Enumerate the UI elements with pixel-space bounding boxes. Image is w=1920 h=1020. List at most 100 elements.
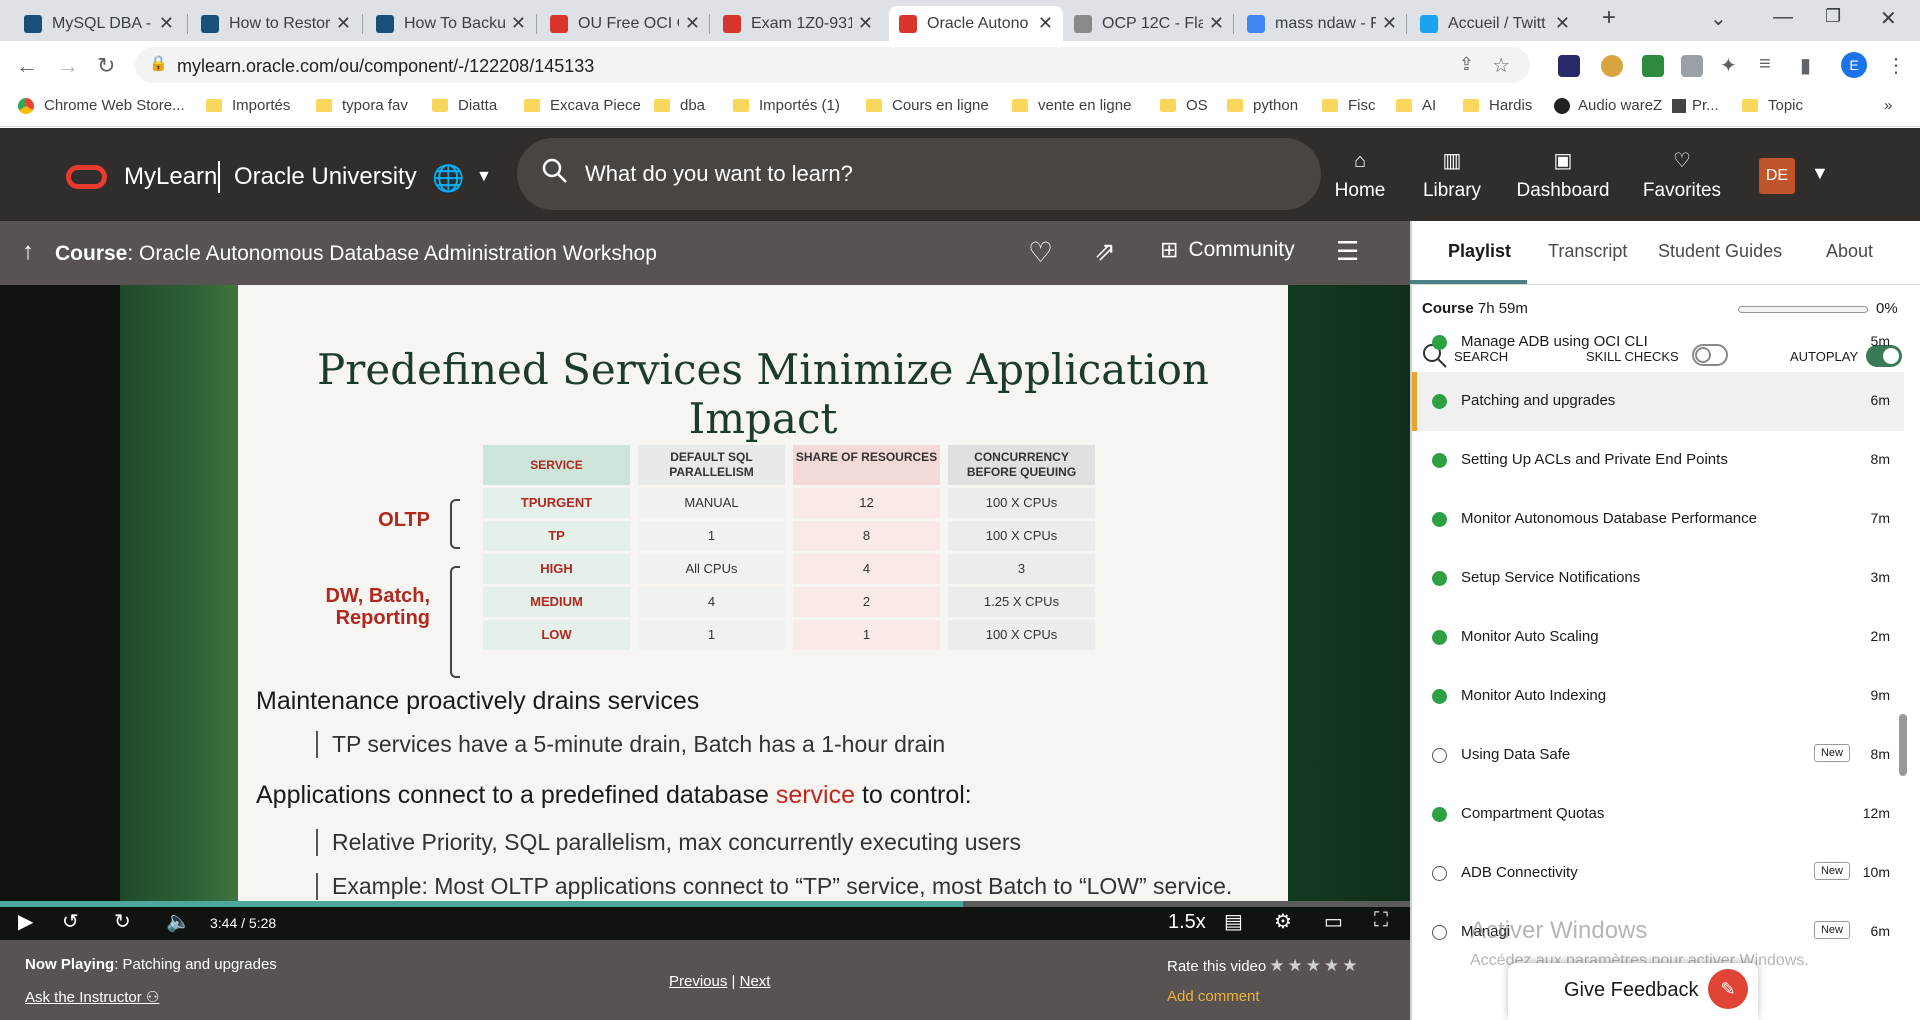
url-bar[interactable]: 🔒 mylearn.oracle.com/ou/component/-/1222… — [135, 47, 1530, 83]
more-bookmarks-icon[interactable]: » — [1884, 97, 1892, 114]
playlist-menu-icon[interactable]: ☰ — [1336, 236, 1359, 267]
bookmark-item[interactable]: Fisc — [1322, 97, 1376, 114]
side-panel-icon[interactable]: ▮ — [1800, 53, 1811, 78]
site-search[interactable]: What do you want to learn? — [517, 138, 1321, 210]
browser-tab[interactable]: OU Free OCI C ✕ — [540, 6, 710, 41]
bookmark-item[interactable]: python — [1227, 97, 1298, 114]
browser-tab[interactable]: Oracle Autono ✕ — [889, 6, 1063, 41]
cookie-extension-icon[interactable] — [1601, 55, 1623, 77]
bookmark-item[interactable]: Importés (1) — [733, 97, 840, 114]
browser-tab[interactable]: How To Backu ✕ — [366, 6, 536, 41]
window-close-icon[interactable]: ✕ — [1880, 6, 1897, 31]
bookmark-item[interactable]: OS — [1160, 97, 1208, 114]
playlist-item[interactable]: Compartment Quotas 12m — [1412, 785, 1904, 844]
back-icon[interactable]: ← — [16, 53, 38, 79]
tab-student-guides[interactable]: Student Guides — [1658, 241, 1782, 262]
give-feedback-button[interactable]: Give Feedback ✎ — [1508, 963, 1758, 1020]
extension-icon[interactable] — [1558, 55, 1580, 77]
menu-kebab-icon[interactable]: ⋮ — [1886, 53, 1906, 78]
favorite-heart-icon[interactable]: ♡ — [1028, 236, 1053, 269]
tab-close-icon[interactable]: ✕ — [1038, 13, 1053, 34]
tab-close-icon[interactable]: ✕ — [858, 13, 873, 34]
url-text[interactable]: mylearn.oracle.com/ou/component/-/122208… — [177, 56, 594, 77]
playlist-item[interactable]: ADB Connectivity 10m New — [1412, 844, 1904, 903]
brand-oracle-university[interactable]: Oracle University — [234, 163, 417, 191]
bookmark-star-icon[interactable]: ☆ — [1492, 53, 1510, 78]
star-icon[interactable]: ★ — [1287, 956, 1302, 975]
bookmark-item[interactable]: Audio wareZ — [1554, 97, 1662, 114]
bookmark-item[interactable]: Topic — [1742, 97, 1803, 114]
playlist-item[interactable]: Manage ADB using OCI CLI 5m — [1412, 313, 1904, 372]
settings-gear-icon[interactable]: ⚙ — [1274, 909, 1292, 934]
tab-close-icon[interactable]: ✕ — [685, 13, 700, 34]
community-button[interactable]: ⊞ Community — [1160, 237, 1295, 263]
star-icon[interactable]: ★ — [1269, 956, 1284, 975]
add-comment-link[interactable]: Add comment — [1167, 988, 1260, 1005]
tab-transcript[interactable]: Transcript — [1548, 241, 1627, 262]
browser-tab[interactable]: Accueil / Twitt ✕ — [1410, 6, 1580, 41]
picture-in-picture-icon[interactable]: ▭ — [1324, 909, 1343, 934]
back-to-course-icon[interactable]: ↑ — [22, 238, 34, 266]
reading-list-icon[interactable]: ≡ — [1759, 53, 1771, 76]
star-icon[interactable]: ★ — [1324, 956, 1339, 975]
browser-tab[interactable]: MySQL DBA - ✕ — [14, 6, 184, 41]
tab-playlist[interactable]: Playlist — [1448, 241, 1511, 262]
playlist-item[interactable]: Setup Service Notifications 3m — [1412, 549, 1904, 608]
bookmark-item[interactable]: vente en ligne — [1012, 97, 1131, 114]
oracle-logo[interactable] — [66, 165, 107, 189]
previous-link[interactable]: Previous — [669, 973, 727, 990]
bookmark-item[interactable]: Hardis — [1463, 97, 1532, 114]
forward-icon[interactable]: → — [57, 53, 79, 79]
skip-forward-icon[interactable]: ↻ — [114, 909, 131, 934]
bookmark-item[interactable]: Importés — [206, 97, 290, 114]
tab-close-icon[interactable]: ✕ — [1382, 13, 1397, 34]
nav-dashboard[interactable]: ▣ Dashboard — [1508, 150, 1618, 202]
bookmark-item[interactable]: AI — [1396, 97, 1436, 114]
next-link[interactable]: Next — [740, 973, 771, 990]
tab-close-icon[interactable]: ✕ — [336, 13, 351, 34]
playlist-item[interactable]: Using Data Safe 8m New — [1412, 726, 1904, 785]
chevron-down-icon[interactable]: ▼ — [476, 168, 492, 186]
bookmark-item[interactable]: dba — [654, 97, 705, 114]
bookmark-item[interactable]: typora fav — [316, 97, 408, 114]
download-extension-icon[interactable] — [1642, 55, 1664, 77]
share-icon[interactable]: ⇗ — [1094, 236, 1116, 267]
fullscreen-icon[interactable]: ⛶ — [1374, 909, 1388, 932]
browser-tab[interactable]: Exam 1Z0-931 ✕ — [713, 6, 883, 41]
tab-about[interactable]: About — [1826, 241, 1873, 262]
course-title[interactable]: Course: Oracle Autonomous Database Admin… — [55, 242, 657, 266]
share-icon[interactable]: ⇪ — [1459, 54, 1474, 75]
reload-icon[interactable]: ↻ — [97, 53, 115, 79]
bookmark-item[interactable]: Cours en ligne — [866, 97, 989, 114]
play-icon[interactable]: ▶ — [18, 909, 33, 934]
user-menu-chevron-icon[interactable]: ▼ — [1811, 163, 1829, 184]
extensions-puzzle-icon[interactable]: ✦ — [1720, 53, 1737, 78]
nav-favorites[interactable]: ♡ Favorites — [1627, 150, 1737, 202]
panel-scrollbar[interactable] — [1899, 714, 1907, 776]
restore-icon[interactable]: ❐ — [1825, 6, 1841, 27]
nav-library[interactable]: ▥ Library — [1397, 150, 1507, 202]
star-icon[interactable]: ★ — [1342, 956, 1357, 975]
bookmark-item[interactable]: Diatta — [432, 97, 497, 114]
search-placeholder[interactable]: What do you want to learn? — [585, 161, 853, 187]
browser-tab[interactable]: How to Restor ✕ — [191, 6, 361, 41]
bookmark-item[interactable]: Pr... — [1672, 97, 1719, 114]
tb-extension-icon[interactable] — [1681, 55, 1703, 77]
skip-back-icon[interactable]: ↺ — [62, 909, 79, 934]
minimize-icon[interactable]: — — [1773, 6, 1793, 29]
browser-tab[interactable]: mass ndaw - F ✕ — [1237, 6, 1407, 41]
browser-tab[interactable]: OCP 12C - Fla ✕ — [1064, 6, 1234, 41]
playlist-item[interactable]: Monitor Auto Indexing 9m — [1412, 667, 1904, 726]
tab-close-icon[interactable]: ✕ — [159, 13, 174, 34]
ask-instructor-link[interactable]: Ask the Instructor ⚇ — [25, 988, 159, 1006]
tab-search-icon[interactable]: ⌄ — [1710, 6, 1727, 31]
profile-avatar[interactable]: E — [1841, 52, 1867, 78]
playlist-item[interactable]: Monitor Autonomous Database Performance 7… — [1412, 490, 1904, 549]
new-tab-icon[interactable]: + — [1602, 4, 1616, 32]
user-avatar[interactable]: DE — [1759, 158, 1795, 194]
bookmark-item[interactable]: Chrome Web Store... — [18, 97, 185, 114]
playlist-item[interactable]: Setting Up ACLs and Private End Points 8m — [1412, 431, 1904, 490]
bookmark-item[interactable]: Excava Piece — [524, 97, 641, 114]
tab-close-icon[interactable]: ✕ — [511, 13, 526, 34]
star-icon[interactable]: ★ — [1306, 956, 1321, 975]
